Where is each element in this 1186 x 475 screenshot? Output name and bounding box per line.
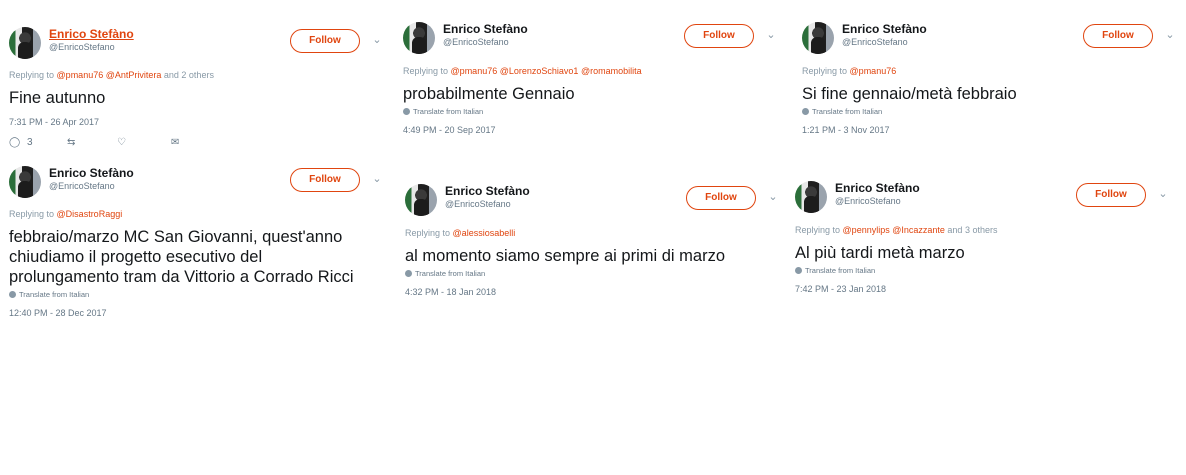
globe-icon xyxy=(795,267,802,274)
chevron-down-icon[interactable]: ⌄ xyxy=(767,189,779,205)
avatar[interactable] xyxy=(795,181,827,213)
author-handle: @EnricoStefano xyxy=(443,37,509,47)
tweet-header: Enrico Stefàno @EnricoStefano Follow ⌄ xyxy=(802,22,1186,62)
translate-link[interactable]: Translate from Italian xyxy=(403,107,788,116)
mention-link[interactable]: @DisastroRaggi xyxy=(57,209,123,219)
tweet-timestamp[interactable]: 7:31 PM - 26 Apr 2017 xyxy=(9,117,394,127)
author-handle: @EnricoStefano xyxy=(49,42,115,52)
chevron-down-icon[interactable]: ⌄ xyxy=(371,171,383,187)
retweet-icon[interactable]: ⇆ xyxy=(67,137,75,148)
follow-button[interactable]: Follow xyxy=(684,24,754,48)
envelope-icon[interactable]: ✉ xyxy=(171,137,179,148)
mention-link[interactable]: @pmanu76 xyxy=(57,70,104,80)
author-name[interactable]: Enrico Stefàno xyxy=(842,22,927,36)
replying-suffix[interactable]: and 2 others xyxy=(164,70,214,80)
reply-count: 3 xyxy=(27,137,33,148)
tweet-timestamp[interactable]: 7:42 PM - 23 Jan 2018 xyxy=(795,284,1180,294)
avatar[interactable] xyxy=(9,166,41,198)
replying-to: Replying to @pmanu76 @AntPrivitera and 2… xyxy=(9,70,394,80)
mention-link[interactable]: @alessiosabelli xyxy=(453,228,516,238)
globe-icon xyxy=(405,270,412,277)
follow-button[interactable]: Follow xyxy=(290,168,360,192)
tweet-card: Enrico Stefàno @EnricoStefano Follow ⌄ R… xyxy=(795,181,1180,294)
replying-prefix: Replying to xyxy=(9,70,55,80)
mention-link[interactable]: @Incazzante xyxy=(892,225,945,235)
author-handle: @EnricoStefano xyxy=(49,181,115,191)
tweet-card: Enrico Stefàno @EnricoStefano Follow ⌄ R… xyxy=(9,166,382,318)
author-name[interactable]: Enrico Stefàno xyxy=(49,166,134,180)
chevron-down-icon[interactable]: ⌄ xyxy=(1164,27,1176,43)
tweet-card: Enrico Stefàno @EnricoStefano Follow ⌄ R… xyxy=(405,184,790,297)
translate-label: Translate from Italian xyxy=(805,266,876,275)
mention-link[interactable]: @romamobilita xyxy=(581,66,642,76)
tweet-header: Enrico Stefàno @EnricoStefano Follow ⌄ xyxy=(9,27,394,67)
translate-link[interactable]: Translate from Italian xyxy=(802,107,1186,116)
author-handle: @EnricoStefano xyxy=(445,199,511,209)
avatar[interactable] xyxy=(405,184,437,216)
tweet-text: Al più tardi metà marzo xyxy=(795,244,965,262)
tweet-timestamp[interactable]: 12:40 PM - 28 Dec 2017 xyxy=(9,308,379,318)
author-handle: @EnricoStefano xyxy=(835,196,901,206)
author-handle: @EnricoStefano xyxy=(842,37,908,47)
tweet-header: Enrico Stefàno @EnricoStefano Follow ⌄ xyxy=(405,184,790,224)
author-name[interactable]: Enrico Stefàno xyxy=(445,184,530,198)
replying-to: Replying to @pmanu76 xyxy=(802,66,1186,76)
follow-button[interactable]: Follow xyxy=(1083,24,1153,48)
mention-link[interactable]: @pmanu76 xyxy=(850,66,897,76)
mention-link[interactable]: @pennylips xyxy=(843,225,890,235)
replying-to: Replying to @DisastroRaggi xyxy=(9,209,379,219)
globe-icon xyxy=(403,108,410,115)
translate-link[interactable]: Translate from Italian xyxy=(9,290,379,299)
replying-prefix: Replying to xyxy=(795,225,841,235)
tweet-timestamp[interactable]: 4:32 PM - 18 Jan 2018 xyxy=(405,287,790,297)
avatar[interactable] xyxy=(403,22,435,54)
tweet-text: febbraio/marzo MC San Giovanni, quest'an… xyxy=(9,228,354,286)
replying-suffix[interactable]: and 3 others xyxy=(947,225,997,235)
replying-to: Replying to @pennylips @Incazzante and 3… xyxy=(795,225,1180,235)
replying-prefix: Replying to xyxy=(403,66,449,76)
globe-icon xyxy=(802,108,809,115)
tweet-text: probabilmente Gennaio xyxy=(403,85,575,103)
translate-label: Translate from Italian xyxy=(415,269,486,278)
follow-button[interactable]: Follow xyxy=(1076,183,1146,207)
follow-button[interactable]: Follow xyxy=(686,186,756,210)
avatar[interactable] xyxy=(9,27,41,59)
globe-icon xyxy=(9,291,16,298)
avatar[interactable] xyxy=(802,22,834,54)
tweet-timestamp[interactable]: 1:21 PM - 3 Nov 2017 xyxy=(802,125,1186,135)
tweet-card: Enrico Stefàno @EnricoStefano Follow ⌄ R… xyxy=(802,22,1186,135)
heart-icon[interactable]: ♡ xyxy=(117,137,126,148)
chevron-down-icon[interactable]: ⌄ xyxy=(371,32,383,48)
replying-to: Replying to @pmanu76 @LorenzoSchiavo1 @r… xyxy=(403,66,788,76)
tweet-text: al momento siamo sempre ai primi di marz… xyxy=(405,247,726,265)
translate-label: Translate from Italian xyxy=(413,107,484,116)
mention-link[interactable]: @LorenzoSchiavo1 xyxy=(500,66,579,76)
translate-link[interactable]: Translate from Italian xyxy=(405,269,790,278)
tweet-card: Enrico Stefàno @EnricoStefano Follow ⌄ R… xyxy=(9,27,394,151)
chevron-down-icon[interactable]: ⌄ xyxy=(765,27,777,43)
tweet-header: Enrico Stefàno @EnricoStefano Follow ⌄ xyxy=(403,22,788,62)
tweet-text: Fine autunno xyxy=(9,89,106,107)
tweet-header: Enrico Stefàno @EnricoStefano Follow ⌄ xyxy=(9,166,382,206)
translate-link[interactable]: Translate from Italian xyxy=(795,266,1180,275)
mention-link[interactable]: @AntPrivitera xyxy=(106,70,162,80)
translate-label: Translate from Italian xyxy=(19,290,90,299)
author-name[interactable]: Enrico Stefàno xyxy=(49,27,134,41)
reply-icon[interactable]: ◯ xyxy=(9,137,20,148)
tweet-timestamp[interactable]: 4:49 PM - 20 Sep 2017 xyxy=(403,125,788,135)
chevron-down-icon[interactable]: ⌄ xyxy=(1157,186,1169,202)
tweet-header: Enrico Stefàno @EnricoStefano Follow ⌄ xyxy=(795,181,1180,221)
tweet-card: Enrico Stefàno @EnricoStefano Follow ⌄ R… xyxy=(403,22,788,135)
replying-prefix: Replying to xyxy=(9,209,55,219)
tweet-actions: ◯ 3 ⇆ ♡ ✉ xyxy=(9,137,394,151)
author-name[interactable]: Enrico Stefàno xyxy=(835,181,920,195)
replying-prefix: Replying to xyxy=(405,228,451,238)
replying-to: Replying to @alessiosabelli xyxy=(405,228,790,238)
mention-link[interactable]: @pmanu76 xyxy=(451,66,498,76)
replying-prefix: Replying to xyxy=(802,66,848,76)
follow-button[interactable]: Follow xyxy=(290,29,360,53)
author-name[interactable]: Enrico Stefàno xyxy=(443,22,528,36)
translate-label: Translate from Italian xyxy=(812,107,883,116)
tweet-text: Si fine gennaio/metà febbraio xyxy=(802,85,1017,103)
